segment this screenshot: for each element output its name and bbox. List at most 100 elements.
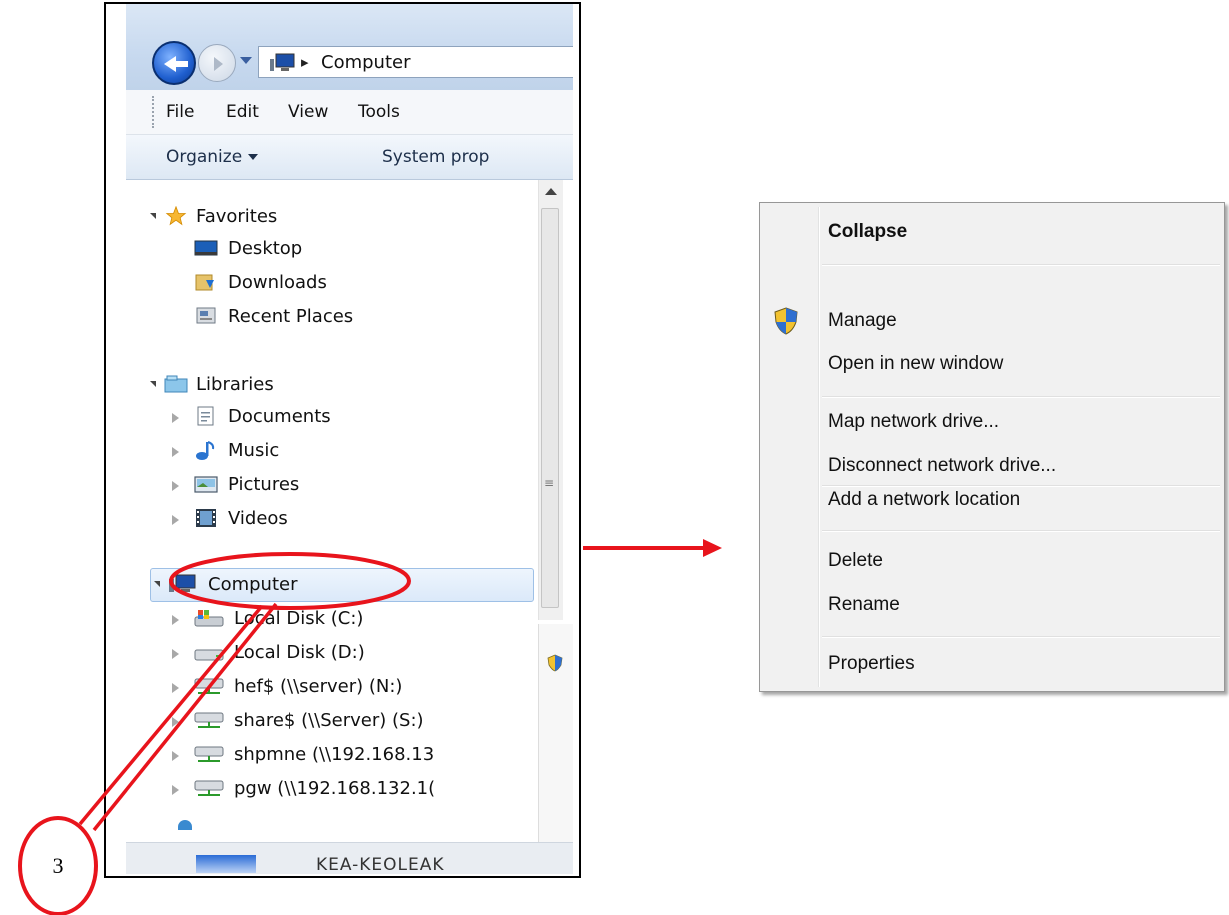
back-button[interactable] <box>152 41 196 85</box>
scroll-thumb[interactable] <box>541 208 559 608</box>
tree-label: hef$ (\\server) (N:) <box>234 676 403 697</box>
navigation-pane: Favorites Desktop Downloads Recent Place… <box>126 180 536 874</box>
tree-recent-places[interactable]: Recent Places <box>194 304 494 332</box>
menu-item-manage[interactable]: Manage <box>828 310 897 332</box>
step-number: 3 <box>52 853 64 878</box>
expand-arrow-icon[interactable] <box>172 515 179 525</box>
tree-libraries[interactable]: Libraries <box>150 372 450 400</box>
context-menu: Collapse Manage Open in new window Map n… <box>759 202 1225 692</box>
menu-tools[interactable]: Tools <box>358 102 400 122</box>
tree-computer[interactable]: Computer <box>150 572 480 600</box>
menu-separator <box>822 636 1220 638</box>
tree-network-drive-shpmne[interactable]: shpmne (\\192.168.13 <box>172 742 512 770</box>
tree-pictures[interactable]: Pictures <box>172 472 512 500</box>
tree-local-disk-d[interactable]: Local Disk (D:) <box>172 640 512 668</box>
tree-label: shpmne (\\192.168.13 <box>234 744 435 765</box>
system-properties-button[interactable]: System prop <box>382 147 489 167</box>
tree-documents[interactable]: Documents <box>172 404 512 432</box>
hard-drive-icon <box>194 649 224 661</box>
menu-separator <box>822 485 1220 487</box>
desktop-icon <box>194 240 218 256</box>
menu-item-delete[interactable]: Delete <box>828 550 883 572</box>
menu-item-add-network-location[interactable]: Add a network location <box>828 489 1020 511</box>
menu-item-collapse[interactable]: Collapse <box>828 221 907 243</box>
scroll-grip-icon: ≡ <box>544 476 555 490</box>
computer-icon <box>169 574 196 592</box>
expand-arrow-icon[interactable] <box>150 213 156 219</box>
organize-label: Organize <box>166 147 243 167</box>
toolbar-grip[interactable] <box>152 96 157 128</box>
system-drive-icon <box>194 610 224 627</box>
tree-label: Desktop <box>228 238 303 259</box>
expand-arrow-icon[interactable] <box>172 649 179 659</box>
tree-label: Documents <box>228 406 331 427</box>
computer-icon <box>270 53 295 71</box>
videos-icon <box>196 509 216 527</box>
tree-network-drive-s[interactable]: share$ (\\Server) (S:) <box>172 708 512 736</box>
tree-label: Pictures <box>228 474 300 495</box>
tree-local-disk-c[interactable]: Local Disk (C:) <box>172 606 512 634</box>
expand-arrow-icon[interactable] <box>172 447 179 457</box>
menu-separator <box>822 396 1220 398</box>
network-drive-icon <box>194 780 224 796</box>
menu-file[interactable]: File <box>166 102 194 122</box>
expand-arrow-icon[interactable] <box>172 615 179 625</box>
star-icon <box>165 206 187 226</box>
address-location[interactable]: Computer <box>321 52 410 73</box>
music-icon <box>196 441 215 460</box>
command-bar: Organize System prop <box>126 135 573 180</box>
expand-arrow-icon[interactable] <box>172 413 179 423</box>
tree-videos[interactable]: Videos <box>172 506 512 534</box>
expand-arrow-icon[interactable] <box>150 381 156 387</box>
address-bar[interactable]: ▸ Computer <box>258 46 573 78</box>
expand-arrow-icon[interactable] <box>172 785 179 795</box>
arrow-head-icon <box>703 539 722 557</box>
tree-label: share$ (\\Server) (S:) <box>234 710 424 731</box>
tree-label: Computer <box>208 574 298 595</box>
expand-arrow-icon[interactable] <box>154 581 160 587</box>
menu-item-disconnect-network-drive[interactable]: Disconnect network drive... <box>828 455 1056 477</box>
network-computer-label[interactable]: KEA-KEOLEAK <box>316 855 445 874</box>
downloads-folder-icon <box>195 274 214 291</box>
expand-arrow-icon[interactable] <box>172 751 179 761</box>
explorer-screenshot: ▸ Computer File Edit View Tools Organize… <box>104 2 581 878</box>
pictures-icon <box>194 476 218 493</box>
tree-label: Videos <box>228 508 288 529</box>
vertical-scrollbar[interactable]: ≡ <box>538 180 563 620</box>
tree-favorites[interactable]: Favorites <box>150 204 450 232</box>
menu-item-open-new-window[interactable]: Open in new window <box>828 353 1003 375</box>
tree-label: Recent Places <box>228 306 354 327</box>
menu-separator <box>822 530 1220 532</box>
network-section: KEA-KEOLEAK <box>126 842 573 874</box>
libraries-icon <box>164 375 188 393</box>
network-drive-icon <box>194 712 224 728</box>
tree-desktop[interactable]: Desktop <box>194 236 494 264</box>
network-drive-icon <box>194 678 224 694</box>
tree-label: Favorites <box>196 206 278 227</box>
expand-arrow-icon[interactable] <box>172 717 179 727</box>
tree-label: Local Disk (D:) <box>234 642 365 663</box>
tree-network-drive-pgw[interactable]: pgw (\\192.168.132.1( <box>172 776 512 804</box>
expand-arrow-icon[interactable] <box>172 683 179 693</box>
menu-edit[interactable]: Edit <box>226 102 259 122</box>
network-globe-icon <box>178 820 192 830</box>
recent-places-icon <box>196 307 216 324</box>
scroll-up-icon[interactable] <box>545 188 557 195</box>
expand-arrow-icon[interactable] <box>172 481 179 491</box>
tree-label: pgw (\\192.168.132.1( <box>234 778 436 799</box>
tree-downloads[interactable]: Downloads <box>194 270 494 298</box>
tree-label: Music <box>228 440 280 461</box>
menu-item-map-network-drive[interactable]: Map network drive... <box>828 411 999 433</box>
forward-button[interactable] <box>198 44 236 82</box>
menu-item-properties[interactable]: Properties <box>828 653 915 675</box>
recent-pages-dropdown-icon[interactable] <box>240 57 252 64</box>
menu-view[interactable]: View <box>288 102 328 122</box>
menu-item-rename[interactable]: Rename <box>828 594 900 616</box>
explorer-window: ▸ Computer File Edit View Tools Organize… <box>126 4 573 874</box>
organize-button[interactable]: Organize <box>166 147 259 167</box>
tree-music[interactable]: Music <box>172 438 512 466</box>
chevron-right-icon[interactable]: ▸ <box>301 53 309 71</box>
menu-bar: File Edit View Tools <box>126 90 573 135</box>
title-bar: ▸ Computer <box>126 4 573 90</box>
tree-network-drive-n[interactable]: hef$ (\\server) (N:) <box>172 674 512 702</box>
